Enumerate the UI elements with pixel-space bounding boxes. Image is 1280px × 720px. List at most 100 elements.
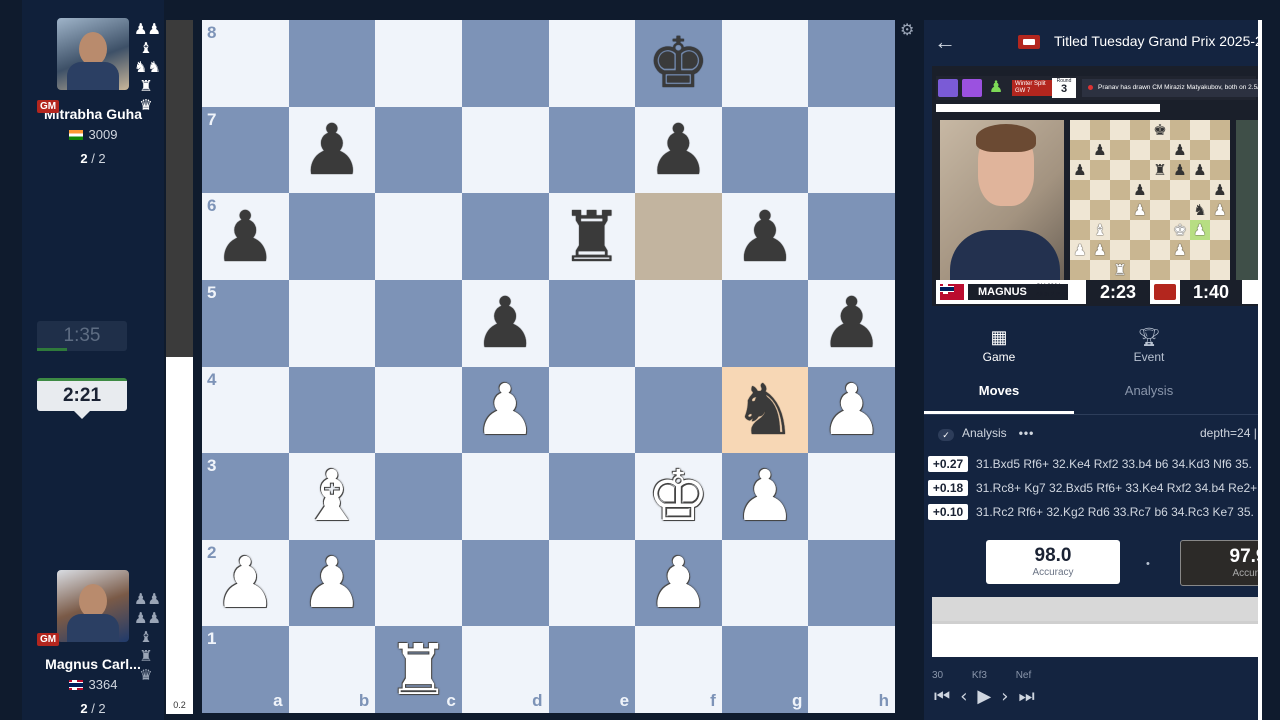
play-icon[interactable]: ▶ <box>977 686 1001 707</box>
square-c5[interactable] <box>375 279 462 367</box>
engine-line[interactable]: +0.10 31.Rc2 Rf6+ 32.Kg2 Rd6 33.Rc7 b6 34… <box>928 504 1258 524</box>
square-g6[interactable]: ♟ <box>721 193 809 280</box>
square-c3[interactable] <box>375 453 462 540</box>
square-d8[interactable] <box>461 20 549 107</box>
back-arrow-icon[interactable]: ← <box>934 29 956 55</box>
last-move-icon[interactable]: ⏭ <box>1018 686 1044 707</box>
first-move-icon[interactable]: ⏮ <box>934 686 960 707</box>
square-b4[interactable] <box>288 366 376 454</box>
black-knight-icon[interactable]: ♞ <box>722 367 809 454</box>
square-d4[interactable]: ♟ <box>461 366 549 454</box>
square-h4[interactable]: ♟ <box>808 366 895 454</box>
white-pawn-icon[interactable]: ♟ <box>808 367 895 454</box>
engine-line[interactable]: +0.18 31.Rc8+ Kg7 32.Bxd5 Rf6+ 33.Ke4 Rxf… <box>928 480 1258 500</box>
square-h3[interactable] <box>808 453 895 540</box>
board-settings-gear-icon[interactable]: ⚙ <box>900 20 914 40</box>
square-f4[interactable] <box>635 366 722 454</box>
black-pawn-icon[interactable]: ♟ <box>635 107 722 194</box>
square-b2[interactable]: ♟ <box>288 539 376 627</box>
square-c7[interactable] <box>375 106 462 194</box>
square-d1[interactable]: d <box>461 626 549 713</box>
white-bishop-icon[interactable]: ♝ <box>289 453 376 540</box>
square-c1[interactable]: c ♜ <box>375 626 462 713</box>
square-g8[interactable] <box>721 20 809 107</box>
square-b3[interactable]: ♝ <box>288 453 376 540</box>
square-c8[interactable] <box>375 20 462 107</box>
engine-line[interactable]: +0.27 31.Bxd5 Rf6+ 32.Ke4 Rxf2 33.b4 b6 3… <box>928 456 1258 476</box>
square-g7[interactable] <box>721 106 809 194</box>
square-f8[interactable]: ♚ <box>635 20 722 107</box>
white-rook-icon[interactable]: ♜ <box>375 626 462 713</box>
square-a4[interactable]: 4 <box>202 366 289 454</box>
evaluation-graph[interactable] <box>932 597 1258 657</box>
black-king-icon[interactable]: ♚ <box>635 20 722 107</box>
square-f5[interactable] <box>635 279 722 367</box>
square-d2[interactable] <box>461 539 549 627</box>
square-e4[interactable] <box>548 366 636 454</box>
square-h5[interactable]: ♟ <box>808 279 895 367</box>
square-h6[interactable] <box>808 193 895 280</box>
tab-event[interactable]: 🏆︎ Event <box>1074 326 1224 364</box>
black-pawn-icon[interactable]: ♟ <box>289 107 376 194</box>
white-pawn-icon[interactable]: ♟ <box>722 453 809 540</box>
square-f7[interactable]: ♟ <box>635 106 722 194</box>
square-d5[interactable]: ♟ <box>461 279 549 367</box>
square-d6[interactable] <box>461 193 549 280</box>
black-rook-icon[interactable]: ♜ <box>549 193 636 280</box>
black-pawn-icon[interactable]: ♟ <box>202 193 289 280</box>
square-e7[interactable] <box>548 106 636 194</box>
square-b6[interactable] <box>288 193 376 280</box>
square-h2[interactable] <box>808 539 895 627</box>
white-pawn-icon[interactable]: ♟ <box>462 367 549 454</box>
black-pawn-icon[interactable]: ♟ <box>462 280 549 367</box>
square-a8[interactable]: 8 <box>202 20 289 107</box>
square-b5[interactable] <box>288 279 376 367</box>
more-options-icon[interactable]: ••• <box>1019 426 1035 440</box>
square-a3[interactable]: 3 <box>202 453 289 540</box>
square-d3[interactable] <box>461 453 549 540</box>
square-c6[interactable] <box>375 193 462 280</box>
previous-move-icon[interactable]: ‹ <box>960 686 977 707</box>
square-a7[interactable]: 7 <box>202 106 289 194</box>
square-g4[interactable]: ♞ <box>721 366 809 454</box>
square-f2[interactable]: ♟ <box>635 539 722 627</box>
square-h8[interactable] <box>808 20 895 107</box>
square-c4[interactable] <box>375 366 462 454</box>
square-a1[interactable]: 1a <box>202 626 289 713</box>
square-e2[interactable] <box>548 539 636 627</box>
square-c2[interactable] <box>375 539 462 627</box>
tab-analysis[interactable]: Analysis <box>1074 376 1224 414</box>
tab-game[interactable]: ▦ Game <box>924 326 1074 364</box>
square-b1[interactable]: b <box>288 626 376 713</box>
square-h7[interactable] <box>808 106 895 194</box>
next-move-icon[interactable]: › <box>1001 686 1018 707</box>
analysis-toggle[interactable]: ✓ <box>938 429 954 441</box>
square-e6[interactable]: ♜ <box>548 193 636 280</box>
white-pawn-icon[interactable]: ♟ <box>635 540 722 627</box>
square-a2[interactable]: 2 ♟ <box>202 539 289 627</box>
square-e8[interactable] <box>548 20 636 107</box>
square-g5[interactable] <box>721 279 809 367</box>
square-f6[interactable] <box>635 193 722 280</box>
square-g1[interactable]: g <box>721 626 809 713</box>
square-g3[interactable]: ♟ <box>721 453 809 540</box>
white-pawn-icon[interactable]: ♟ <box>289 540 376 627</box>
square-b7[interactable]: ♟ <box>288 106 376 194</box>
square-a6[interactable]: 6 ♟ <box>202 193 289 280</box>
live-stream-video[interactable]: ♟ Winter Split GW 7 Round 3 Pranav has dr… <box>932 66 1258 306</box>
page-scrollbar[interactable] <box>1258 20 1262 720</box>
square-f1[interactable]: f <box>635 626 722 713</box>
square-h1[interactable]: h <box>808 626 895 713</box>
square-d7[interactable] <box>461 106 549 194</box>
tab-moves[interactable]: Moves <box>924 376 1074 414</box>
square-e5[interactable] <box>548 279 636 367</box>
white-king-icon[interactable]: ♚ <box>635 453 722 540</box>
square-b8[interactable] <box>288 20 376 107</box>
chess-board[interactable]: 8 ♚ 7 ♟ ♟ 6 ♟ ♜ ♟ 5 ♟ ♟ 4 ♟ ♞ ♟ 3 ♝ ♚ ♟ 2 ♟ ♟ ♟ 1 a b c ♜ d e f g h <box>202 20 895 713</box>
white-pawn-icon[interactable]: ♟ <box>202 540 289 627</box>
square-a5[interactable]: 5 <box>202 279 289 367</box>
square-f3[interactable]: ♚ <box>635 453 722 540</box>
square-e3[interactable] <box>548 453 636 540</box>
square-g2[interactable] <box>721 539 809 627</box>
black-pawn-icon[interactable]: ♟ <box>722 193 809 280</box>
